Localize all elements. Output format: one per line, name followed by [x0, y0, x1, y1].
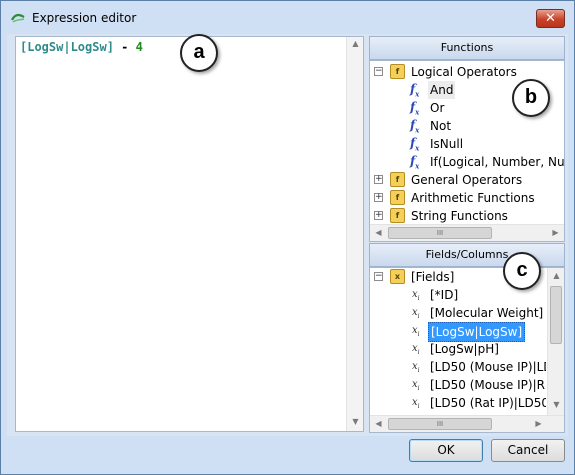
- scroll-up-icon[interactable]: ▲: [347, 39, 364, 48]
- scroll-right-icon[interactable]: ▶: [547, 228, 564, 237]
- fx-icon: fx: [410, 82, 420, 99]
- field-label: [*ID]: [430, 288, 459, 302]
- fx-icon: fx: [410, 100, 420, 117]
- group-label: Arithmetic Functions: [411, 191, 535, 205]
- function-label: Not: [430, 119, 452, 133]
- expand-icon[interactable]: +: [374, 175, 383, 184]
- scroll-down-icon[interactable]: ▼: [347, 417, 364, 426]
- x-field-icon: xi: [412, 397, 420, 410]
- functions-header: Functions: [369, 36, 565, 60]
- function-label: And: [428, 81, 456, 99]
- fields-tree: − x [Fields] xi [*ID] xi [Molecular Weig…: [369, 267, 565, 433]
- function-item-if[interactable]: fx If(Logical, Number, Number): [370, 153, 564, 171]
- callout-c: c: [503, 252, 541, 290]
- functions-hscroll-thumb[interactable]: III: [388, 227, 492, 239]
- function-label: Or: [430, 101, 445, 115]
- function-label: If(Logical, Number, Number): [430, 155, 564, 169]
- field-item-selected[interactable]: xi [LogSw|LogSw]: [370, 322, 546, 342]
- cancel-button[interactable]: Cancel: [491, 439, 565, 462]
- field-item[interactable]: xi [Molecular Weight]: [370, 304, 546, 322]
- function-item-isnull[interactable]: fx IsNull: [370, 135, 564, 153]
- field-item[interactable]: xi [LD50 (Mouse IP)|Risk]: [370, 376, 546, 394]
- ok-button[interactable]: OK: [409, 439, 483, 462]
- field-label: [LD50 (Mouse IP)|LD50 (Mouse IP)]: [430, 360, 546, 374]
- scroll-down-icon[interactable]: ▼: [548, 400, 564, 409]
- group-label: General Operators: [411, 173, 523, 187]
- expression-editor-window: Expression editor ✕ [LogSw|LogSw] - 4 ▲ …: [0, 0, 575, 475]
- x-field-icon: xi: [412, 325, 420, 338]
- fields-hscroll-thumb[interactable]: III: [388, 418, 492, 430]
- field-label: [Molecular Weight]: [430, 306, 544, 320]
- expression-text: [LogSw|LogSw] - 4: [20, 40, 143, 54]
- function-folder-icon: f: [390, 190, 405, 205]
- function-folder-icon: f: [390, 64, 405, 79]
- fx-icon: fx: [410, 154, 420, 171]
- group-label: [Fields]: [411, 270, 455, 284]
- group-label: Logical Operators: [411, 65, 517, 79]
- field-label: [LogSw|pH]: [430, 342, 499, 356]
- scroll-right-icon[interactable]: ▶: [530, 419, 547, 428]
- expression-icon: [11, 13, 25, 23]
- title-bar: Expression editor ✕: [1, 1, 574, 35]
- fx-icon: fx: [410, 136, 420, 153]
- expression-number: 4: [135, 40, 143, 54]
- functions-hscrollbar[interactable]: ◀ III ▶: [370, 224, 564, 241]
- field-label: [LogSw|LogSw]: [428, 322, 526, 342]
- tree-group-string-functions[interactable]: + f String Functions: [370, 207, 564, 225]
- function-folder-icon: f: [390, 172, 405, 187]
- field-label: [LD50 (Mouse IP)|Risk]: [430, 378, 546, 392]
- expression-input[interactable]: [LogSw|LogSw] - 4 ▲ ▼: [15, 36, 364, 432]
- x-field-icon: xi: [412, 379, 420, 392]
- field-label: [LD50 (Rat IP)|LD50 (Rat IP)]: [430, 396, 546, 410]
- field-item[interactable]: xi [LogSw|pH]: [370, 340, 546, 358]
- x-field-icon: xi: [412, 289, 420, 302]
- dialog-body: [LogSw|LogSw] - 4 ▲ ▼ Functions − f Logi…: [7, 34, 568, 462]
- window-title: Expression editor: [32, 11, 137, 25]
- fields-hscrollbar[interactable]: ◀ III ▶: [370, 415, 564, 432]
- scroll-up-icon[interactable]: ▲: [548, 271, 564, 280]
- function-folder-icon: f: [390, 208, 405, 223]
- callout-b: b: [512, 79, 550, 117]
- field-folder-icon: x: [390, 269, 405, 284]
- editor-scrollbar[interactable]: ▲ ▼: [346, 37, 363, 431]
- field-item[interactable]: xi [LD50 (Mouse IP)|LD50 (Mouse IP)]: [370, 358, 546, 376]
- fields-vscroll-thumb[interactable]: [550, 286, 562, 344]
- collapse-icon[interactable]: −: [374, 272, 383, 281]
- callout-a: a: [180, 34, 218, 72]
- tree-group-arithmetic-functions[interactable]: + f Arithmetic Functions: [370, 189, 564, 207]
- scroll-left-icon[interactable]: ◀: [370, 419, 387, 428]
- collapse-icon[interactable]: −: [374, 67, 383, 76]
- close-button[interactable]: ✕: [536, 9, 565, 28]
- expand-icon[interactable]: +: [374, 211, 383, 220]
- fields-vscrollbar[interactable]: ▲ ▼: [547, 268, 564, 415]
- x-field-icon: xi: [412, 361, 420, 374]
- x-field-icon: xi: [412, 343, 420, 356]
- field-item[interactable]: xi [LD50 (Rat IP)|LD50 (Rat IP)]: [370, 394, 546, 412]
- close-icon: ✕: [545, 11, 556, 26]
- tree-group-general-operators[interactable]: + f General Operators: [370, 171, 564, 189]
- function-label: IsNull: [430, 137, 464, 151]
- scroll-left-icon[interactable]: ◀: [370, 228, 387, 237]
- expression-field-token: [LogSw|LogSw]: [20, 40, 114, 54]
- tree-group-logical-operators[interactable]: − f Logical Operators: [370, 63, 564, 81]
- expression-operator: -: [113, 40, 136, 54]
- fx-icon: fx: [410, 118, 420, 135]
- group-label: String Functions: [411, 209, 508, 223]
- expand-icon[interactable]: +: [374, 193, 383, 202]
- x-field-icon: xi: [412, 307, 420, 320]
- function-item-not[interactable]: fx Not: [370, 117, 564, 135]
